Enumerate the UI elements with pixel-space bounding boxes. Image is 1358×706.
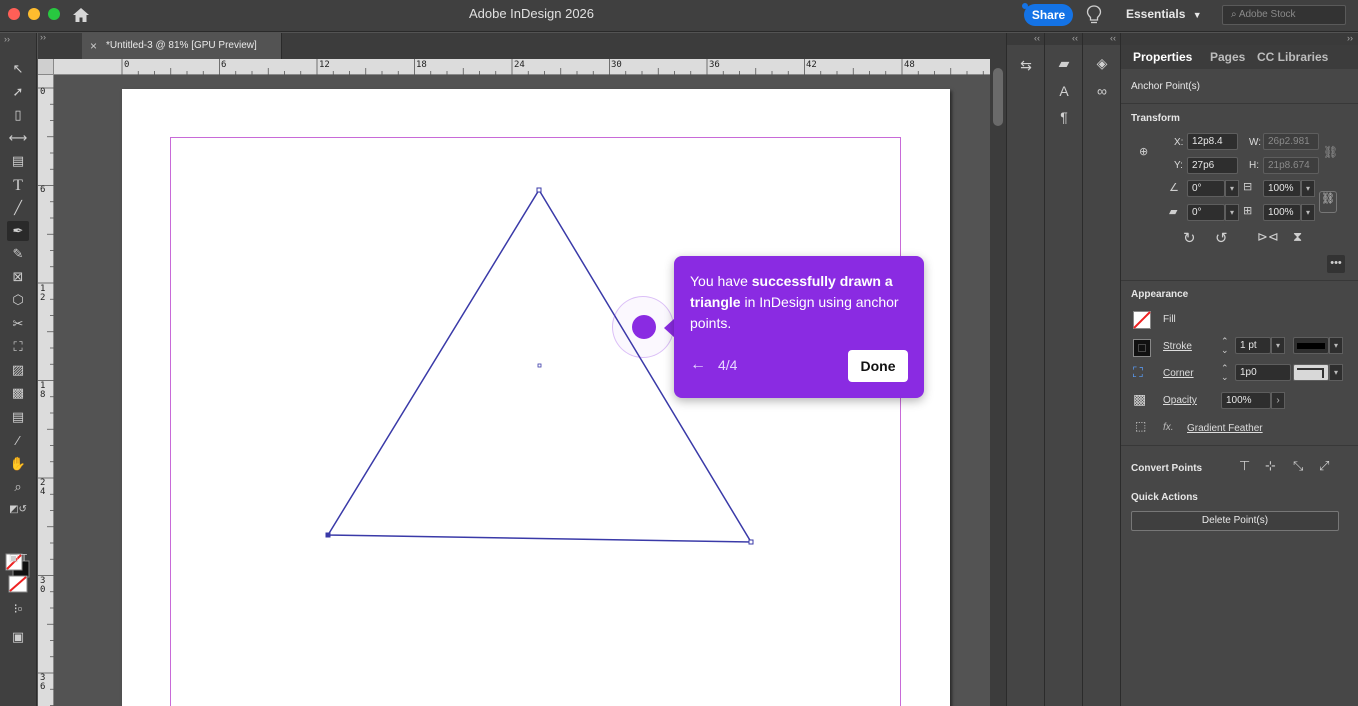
convert-to-symmetrical-icon[interactable]: ⤡ (1293, 458, 1303, 474)
selection-type-label: Anchor Point(s) (1131, 81, 1200, 92)
tab-pages[interactable]: Pages (1210, 50, 1245, 64)
convert-to-asymmetrical-icon[interactable]: ⤢ (1319, 458, 1329, 474)
fx-label[interactable]: fx. (1163, 422, 1174, 433)
panel-dock-3: ‹‹ ◈ ∞ (1082, 33, 1120, 706)
back-arrow-icon[interactable]: ← (690, 356, 706, 374)
tooltip-text-1: You have (690, 273, 752, 289)
divider (1121, 280, 1358, 281)
y-position-input[interactable]: 27p6 (1187, 157, 1238, 174)
corner-label[interactable]: Corner (1163, 368, 1194, 379)
x-label: X: (1174, 137, 1184, 148)
center-point (537, 363, 542, 368)
anchor-point-left[interactable] (325, 532, 331, 538)
opacity-slider-button[interactable]: › (1271, 392, 1285, 409)
scale-x-icon: ⊟ (1243, 181, 1253, 193)
scale-x-input[interactable]: 100% (1263, 180, 1301, 197)
scrollbar-thumb[interactable] (993, 68, 1003, 126)
corner-shape-dropdown[interactable]: ▾ (1329, 364, 1343, 381)
stroke-type-dropdown[interactable]: ▾ (1329, 337, 1343, 354)
scale-y-dropdown[interactable]: ▾ (1301, 204, 1315, 221)
tutorial-tooltip: You have successfully drawn a triangle i… (674, 256, 924, 398)
stroke-type-preview (1297, 343, 1325, 349)
collapse-dock-icon[interactable]: ‹‹ (1045, 33, 1082, 45)
rotation-dropdown[interactable]: ▾ (1225, 180, 1239, 197)
anchor-point-right[interactable] (748, 539, 754, 545)
y-label: Y: (1174, 160, 1183, 171)
vertical-scrollbar[interactable] (990, 59, 1006, 706)
h-label: H: (1249, 160, 1259, 171)
cc-libraries-icon[interactable]: ▰ (1053, 55, 1075, 72)
properties-panel: ›› Properties Pages CC Libraries Anchor … (1120, 33, 1358, 706)
opacity-input[interactable]: 100% (1221, 392, 1271, 409)
corner-size-input[interactable]: 1p0 (1235, 364, 1291, 381)
stroke-weight-input[interactable]: 1 pt (1235, 337, 1271, 354)
corner-stepper-icon[interactable]: ⌃ ⌄ (1221, 364, 1229, 382)
effects-frame-icon: ⬚ (1135, 419, 1147, 433)
flip-horizontal-icon[interactable]: ⊳⊲ (1257, 229, 1279, 245)
paragraph-styles-icon[interactable]: ¶ (1053, 109, 1075, 125)
tooltip-message: You have successfully drawn a triangle i… (690, 271, 912, 334)
delete-points-button[interactable]: Delete Point(s) (1131, 511, 1339, 531)
opacity-label[interactable]: Opacity (1163, 395, 1197, 406)
stroke-type-select[interactable] (1293, 337, 1329, 354)
transform-title: Transform (1131, 113, 1180, 124)
rotate-clockwise-icon[interactable]: ↻ (1183, 229, 1196, 247)
panel-tabs: Properties Pages CC Libraries (1121, 45, 1358, 69)
panel-dock-1: ‹‹ ⇆ (1006, 33, 1044, 706)
x-position-input[interactable]: 12p8.4 (1187, 133, 1238, 150)
tooltip-step-counter: 4/4 (718, 357, 738, 373)
quick-actions-title: Quick Actions (1131, 492, 1198, 503)
links-icon[interactable]: ∞ (1091, 83, 1113, 99)
rotate-counterclockwise-icon[interactable]: ↺ (1215, 229, 1228, 247)
links-panel-icon[interactable]: ⇆ (1015, 57, 1037, 74)
divider (1121, 103, 1358, 104)
appearance-title: Appearance (1131, 289, 1189, 300)
more-options-icon[interactable]: ••• (1327, 255, 1345, 273)
done-button[interactable]: Done (848, 350, 908, 382)
flip-vertical-icon[interactable]: ⧗ (1293, 229, 1302, 245)
rotation-angle-icon: ∠ (1169, 182, 1179, 194)
panel-header-strip: ›› (1121, 33, 1358, 45)
convert-points-title: Convert Points (1131, 463, 1203, 474)
stroke-label[interactable]: Stroke (1163, 341, 1192, 352)
constrain-proportions-icon[interactable]: ⛓ (1323, 145, 1338, 159)
convert-to-corner-icon[interactable]: ⊤ (1239, 458, 1250, 474)
convert-to-smooth-icon[interactable]: ⊹ (1265, 458, 1276, 474)
fill-none-icon[interactable] (1133, 311, 1151, 329)
stroke-stepper-icon[interactable]: ⌃ ⌄ (1221, 337, 1229, 355)
fill-label: Fill (1163, 314, 1176, 325)
rotation-input[interactable]: 0° (1187, 180, 1225, 197)
divider (1121, 445, 1358, 446)
tab-cc-libraries[interactable]: CC Libraries (1257, 50, 1328, 64)
layers-icon[interactable]: ◈ (1091, 55, 1113, 72)
corner-shape-select[interactable] (1293, 364, 1329, 381)
tab-properties[interactable]: Properties (1133, 50, 1192, 64)
character-styles-icon[interactable]: A (1053, 83, 1075, 99)
w-label: W: (1249, 137, 1262, 148)
reference-point-icon[interactable]: ⊕ (1139, 145, 1148, 158)
corner-shape-preview (1297, 368, 1324, 378)
collapse-dock-icon[interactable]: ‹‹ (1083, 33, 1120, 45)
scale-x-dropdown[interactable]: ▾ (1301, 180, 1315, 197)
shear-dropdown[interactable]: ▾ (1225, 204, 1239, 221)
collapse-dock-icon[interactable]: ‹‹ (1007, 33, 1044, 45)
collapse-panel-icon[interactable]: ›› (1347, 33, 1353, 43)
opacity-icon: ▩ (1133, 391, 1147, 407)
anchor-point-top[interactable] (536, 187, 542, 193)
stroke-swatch-icon[interactable] (1133, 339, 1151, 357)
shear-angle-icon: ▰ (1169, 206, 1178, 218)
scale-y-input[interactable]: 100% (1263, 204, 1301, 221)
gradient-feather-link[interactable]: Gradient Feather (1187, 423, 1263, 434)
height-input[interactable]: 21p8.674 (1263, 157, 1319, 174)
scale-y-icon: ⊞ (1243, 205, 1253, 217)
hotspot-dot[interactable] (632, 315, 656, 339)
width-input[interactable]: 26p2.981 (1263, 133, 1319, 150)
corner-options-icon[interactable]: ⛶ (1133, 364, 1143, 381)
stroke-weight-dropdown[interactable]: ▾ (1271, 337, 1285, 354)
shear-input[interactable]: 0° (1187, 204, 1225, 221)
constrain-scale-icon[interactable]: ⛓ (1319, 191, 1337, 213)
panel-dock-2: ‹‹ ▰ A ¶ (1044, 33, 1082, 706)
